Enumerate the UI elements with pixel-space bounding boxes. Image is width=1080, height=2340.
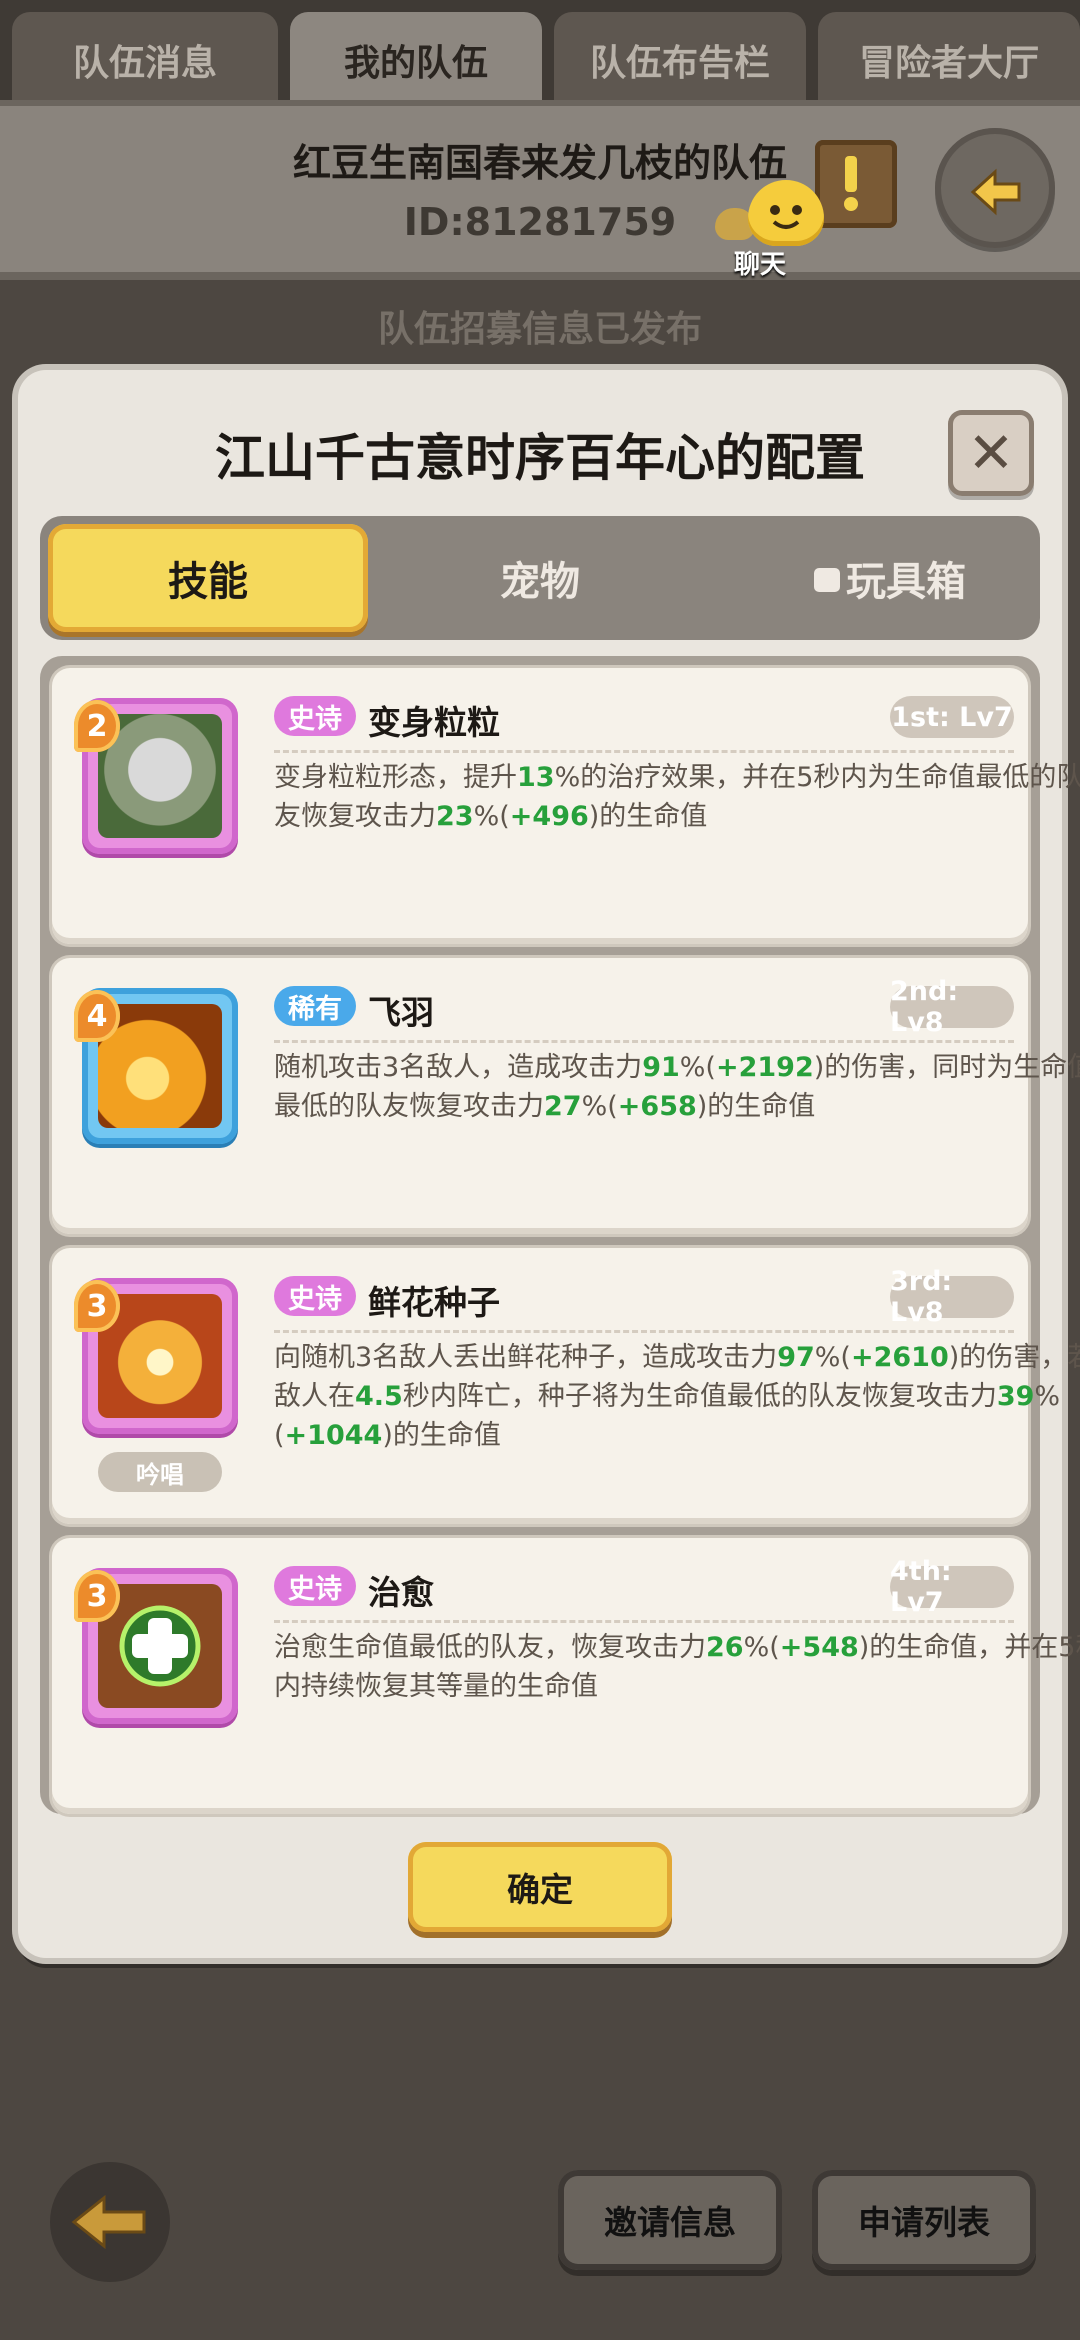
skill-description: 变身粒粒形态，提升13%的治疗效果，并在5秒内为生命值最低的队友恢复攻击力23%… — [274, 762, 1080, 832]
skill-name: 飞羽 — [368, 993, 434, 1032]
tab-pets[interactable]: 宠物 — [380, 524, 700, 632]
skill-name: 鲜花种子 — [368, 1283, 500, 1322]
apply-list-button[interactable]: 申请列表 — [812, 2170, 1036, 2270]
skill-description: 治愈生命值最低的队友，恢复攻击力26%(+548)的生命值，并在5秒内持续恢复其… — [274, 1632, 1080, 1702]
back-button[interactable] — [50, 2162, 170, 2282]
close-icon: ✕ — [967, 420, 1015, 486]
chat-face-icon[interactable] — [748, 180, 824, 246]
skill-level-badge: 2 — [74, 700, 120, 752]
tab-toybox-label: 玩具箱 — [846, 559, 966, 605]
modal-title: 江山千古意时序百年心的配置 — [215, 429, 865, 487]
chat-label[interactable]: 聊天 — [700, 244, 820, 281]
top-tab-bar: 队伍消息 我的队伍 队伍布告栏 冒险者大厅 — [0, 0, 1080, 108]
close-button[interactable]: ✕ — [948, 410, 1034, 496]
skill-card[interactable]: 3 吟唱 史诗 鲜花种子 3rd: Lv8 向随机3名敌人丢出鲜花种子，造成攻击… — [52, 1248, 1080, 1524]
skill-description: 随机攻击3名敌人，造成攻击力91%(+2192)的伤害，同时为生命值最低的队友恢… — [274, 1052, 1080, 1122]
skill-rank: 3rd: Lv8 — [890, 1266, 1014, 1328]
tab-my-team[interactable]: 我的队伍 — [290, 12, 542, 108]
chant-badge: 吟唱 — [98, 1452, 222, 1492]
skill-rank: 2nd: Lv8 — [890, 976, 1014, 1038]
skill-rank: 1st: Lv7 — [890, 696, 1014, 738]
rarity-badge: 史诗 — [274, 696, 356, 736]
team-id: ID:81281759 — [403, 200, 677, 244]
confirm-button[interactable]: 确定 — [408, 1842, 672, 1932]
invite-info-button[interactable]: 邀请信息 — [558, 2170, 782, 2270]
divider — [274, 1620, 1014, 1623]
skill-card[interactable]: 2 史诗 变身粒粒 1st: Lv7 变身粒粒形态，提升13%的治疗效果，并在5… — [52, 668, 1080, 944]
skill-name: 治愈 — [368, 1573, 434, 1612]
tab-adventurer-hall[interactable]: 冒险者大厅 — [818, 12, 1080, 108]
skill-level-badge: 4 — [74, 990, 120, 1042]
rarity-badge: 史诗 — [274, 1276, 356, 1316]
back-arrow-icon — [71, 2194, 146, 2250]
recruit-notice: 队伍招募信息已发布 — [377, 309, 702, 350]
skill-level-badge: 3 — [74, 1570, 120, 1622]
divider — [274, 750, 1014, 753]
rarity-badge: 史诗 — [274, 1566, 356, 1606]
team-header — [0, 100, 1080, 280]
divider — [274, 1040, 1014, 1043]
tab-team-messages[interactable]: 队伍消息 — [12, 12, 278, 108]
skill-level-badge: 3 — [74, 1280, 120, 1332]
lock-icon — [814, 568, 840, 592]
skill-name: 变身粒粒 — [368, 703, 500, 742]
skill-card[interactable]: 3 史诗 治愈 4th: Lv7 治愈生命值最低的队友，恢复攻击力26%(+54… — [52, 1538, 1080, 1814]
notice-board-icon[interactable] — [815, 140, 897, 228]
skill-description: 向随机3名敌人丢出鲜花种子，造成攻击力97%(+2610)的伤害，若敌人在4.5… — [274, 1342, 1080, 1451]
divider — [274, 1330, 1014, 1333]
skill-card[interactable]: 4 稀有 飞羽 2nd: Lv8 随机攻击3名敌人，造成攻击力91%(+2192… — [52, 958, 1080, 1234]
team-name: 红豆生南国春来发几枝的队伍 — [292, 141, 787, 185]
tab-team-board[interactable]: 队伍布告栏 — [554, 12, 806, 108]
tab-toybox[interactable]: 玩具箱 — [730, 524, 1050, 632]
exit-team-button[interactable] — [935, 128, 1055, 248]
tab-skills[interactable]: 技能 — [48, 524, 368, 632]
skill-rank: 4th: Lv7 — [890, 1556, 1014, 1618]
rarity-badge: 稀有 — [274, 986, 356, 1026]
